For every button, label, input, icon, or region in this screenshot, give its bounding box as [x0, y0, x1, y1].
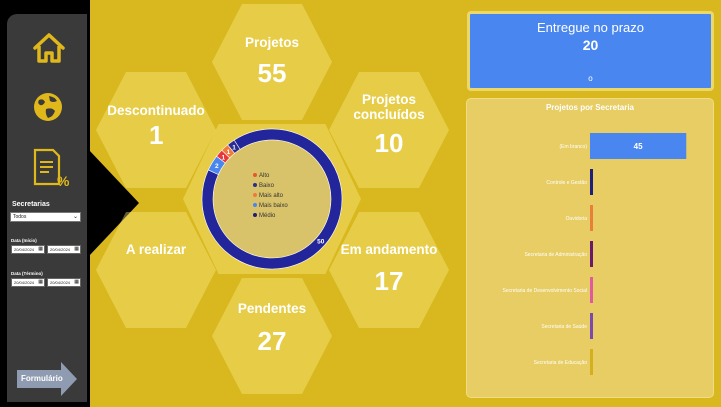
- hex-a-realizar-title: A realizar: [125, 242, 187, 257]
- secretarias-dropdown[interactable]: Todos ⌄: [10, 212, 81, 222]
- hex-projetos[interactable]: Projetos 55: [212, 4, 332, 120]
- bar-controle-e-gest-o[interactable]: [590, 169, 593, 195]
- dashboard-canvas: % Secretarias Todos ⌄ Data (Início) 20/0…: [0, 0, 721, 407]
- formulario-button[interactable]: Formulário: [17, 362, 77, 396]
- svg-text:%: %: [57, 173, 69, 188]
- legend-label: Mais baixo: [259, 203, 288, 209]
- bar-category-label: Secretaria de Desenvolvimento Social: [503, 288, 588, 294]
- bar-secretaria-de-educa-o[interactable]: [590, 349, 593, 375]
- bar-chart-title: Projetos por Secretaria: [545, 103, 635, 112]
- hex-concluidos-value: 10: [374, 128, 404, 158]
- hex-projetos-title: Projetos: [244, 35, 299, 50]
- secretarias-label: Secretarias: [12, 201, 50, 208]
- donut-data-label: 1: [221, 154, 225, 161]
- donut-data-label: 2: [215, 163, 219, 170]
- bar-category-label: Controle e Gestão: [546, 180, 587, 186]
- home-icon[interactable]: [31, 30, 67, 71]
- date-end-to-field[interactable]: 20/04/2024 ▦: [47, 278, 81, 287]
- donut-data-label: 1: [232, 144, 236, 151]
- legend-label: Mais alto: [259, 193, 284, 199]
- hex-concluidos-title: Projetos concluídos: [353, 92, 425, 122]
- date-end-from-field[interactable]: 20/04/2024 ▦: [11, 278, 45, 287]
- kpi-title: Entregue no prazo: [537, 20, 644, 35]
- legend-item: Alto: [253, 171, 288, 181]
- date-start-to-field[interactable]: 20/04/2024 ▦: [47, 245, 81, 254]
- kpi-value: 20: [582, 37, 599, 53]
- legend-dot-icon: [253, 183, 257, 187]
- donut-legend: Alto Baixo Mais alto Mais baixo Médio: [253, 171, 288, 221]
- hex-pendentes-value: 27: [257, 326, 287, 356]
- bar-category-label: (Em branco): [559, 144, 587, 150]
- sidebar: % Secretarias Todos ⌄ Data (Início) 20/0…: [0, 0, 90, 407]
- hex-pendentes[interactable]: Pendentes 27: [212, 278, 332, 394]
- legend-dot-icon: [253, 173, 257, 177]
- bar-secretaria-de-sa-de[interactable]: [590, 313, 593, 339]
- projetos-por-secretaria-chart: (Em branco) 45 Controle e Gestão Ouvidoria S…: [503, 133, 687, 375]
- legend-item: Mais baixo: [253, 201, 288, 211]
- donut-data-label: 1: [227, 149, 231, 156]
- report-percent-icon[interactable]: %: [31, 148, 70, 193]
- legend-dot-icon: [253, 213, 257, 217]
- secretarias-value: Todos: [13, 214, 27, 220]
- bar-category-label: Secretaria de Educação: [534, 360, 588, 366]
- date-end-to-value: 20/04/2024: [50, 280, 71, 285]
- legend-item: Baixo: [253, 181, 288, 191]
- calendar-icon: ▦: [38, 246, 43, 252]
- hex-em-andamento[interactable]: Em andamento 17: [329, 212, 449, 328]
- legend-label: Médio: [259, 213, 276, 219]
- hex-descontinuado-value: 1: [149, 120, 164, 150]
- calendar-icon: ▦: [74, 246, 79, 252]
- date-start-from-value: 20/04/2024: [14, 247, 35, 252]
- kpi-card-entregue-no-prazo[interactable]: Entregue no prazo 20 o: [467, 11, 714, 91]
- globe-icon[interactable]: [31, 90, 65, 129]
- kpi-marker: o: [588, 74, 593, 83]
- bar-secretaria-de-desenvolvimento-social[interactable]: [590, 277, 593, 303]
- bar-secretaria-de-administra-o[interactable]: [590, 241, 593, 267]
- formulario-button-label: Formulário: [21, 374, 63, 383]
- hex-priority-donut: 50 2 1 1 1 Alto Baixo Mais alto Mais baixo Médio: [183, 124, 361, 274]
- donut-data-label: 50: [317, 239, 325, 246]
- bar-category-label: Secretaria de Administração: [524, 252, 587, 258]
- hex-em-andamento-title: Em andamento: [340, 242, 438, 257]
- legend-label: Baixo: [259, 183, 275, 189]
- chevron-down-icon: ⌄: [72, 214, 78, 220]
- date-start-label: Data (Início): [11, 238, 37, 243]
- bar-category-label: Secretaria de Saúde: [541, 324, 587, 330]
- bar-category-label: Ouvidoria: [566, 216, 588, 222]
- sidebar-panel: % Secretarias Todos ⌄ Data (Início) 20/0…: [7, 14, 87, 402]
- date-end-from-value: 20/04/2024: [14, 280, 35, 285]
- date-start-from-field[interactable]: 20/04/2024 ▦: [11, 245, 45, 254]
- bar-ouvidoria[interactable]: [590, 205, 593, 231]
- bar-data-label: 45: [634, 142, 643, 151]
- calendar-icon: ▦: [74, 279, 79, 285]
- legend-dot-icon: [253, 193, 257, 197]
- legend-dot-icon: [253, 203, 257, 207]
- legend-label: Alto: [259, 173, 270, 179]
- projetos-por-secretaria-panel: Projetos por Secretaria (Em branco) 45 Con…: [466, 98, 714, 398]
- date-end-label: Data (Término): [11, 271, 43, 276]
- legend-item: Médio: [253, 211, 288, 221]
- calendar-icon: ▦: [38, 279, 43, 285]
- date-start-to-value: 20/04/2024: [50, 247, 71, 252]
- hex-pendentes-title: Pendentes: [237, 301, 307, 316]
- hex-em-andamento-value: 17: [374, 266, 404, 296]
- legend-item: Mais alto: [253, 191, 288, 201]
- hex-descontinuado-title: Descontinuado: [107, 103, 205, 118]
- hex-projetos-value: 55: [257, 58, 287, 88]
